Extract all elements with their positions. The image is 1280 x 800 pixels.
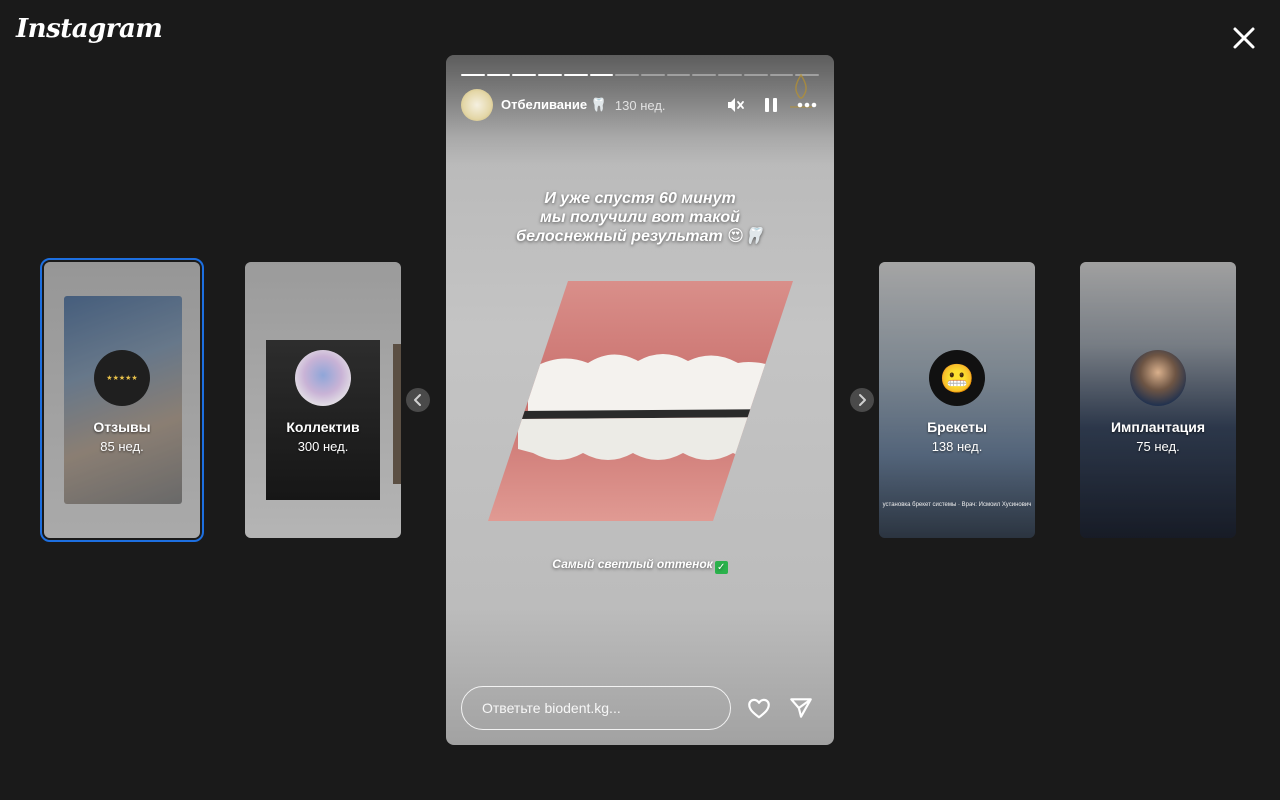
preview-name: Коллектив [286, 419, 360, 435]
progress-segment [743, 74, 768, 76]
progress-segment [486, 74, 511, 76]
next-story-button[interactable] [850, 388, 874, 412]
previous-story-button[interactable] [406, 388, 430, 412]
chevron-right-icon [859, 394, 866, 406]
rating-stars: ★★★★★ [106, 375, 138, 382]
checkmark-icon: ✓ [714, 561, 728, 574]
reply-bar [461, 686, 819, 730]
progress-segment [718, 74, 742, 76]
story-title[interactable]: Отбеливание 🦷 [501, 97, 607, 113]
share-button[interactable] [787, 694, 815, 722]
story-preview-team[interactable]: Коллектив 300 нед. [245, 262, 401, 538]
send-icon [790, 698, 812, 718]
chevron-left-icon [414, 394, 421, 406]
story-preview-implants[interactable]: Имплантация 75 нед. [1080, 262, 1236, 538]
preview-time: 85 нед. [100, 439, 144, 454]
story-controls [723, 93, 819, 117]
story-time: 130 нед. [614, 97, 666, 113]
close-button[interactable] [1226, 20, 1262, 56]
progress-segment [461, 74, 485, 76]
account-avatar[interactable] [461, 89, 493, 121]
preview-caption: установка брекет системы · Врач: Исмоил … [882, 502, 1032, 508]
reply-input[interactable] [461, 686, 731, 730]
preview-time: 75 нед. [1136, 439, 1180, 454]
active-story[interactable]: Отбеливание 🦷 130 нед. И уже спустя 60 м… [446, 55, 834, 745]
progress-segment [641, 74, 665, 76]
story-preview-reviews[interactable]: ★★★★★ Отзывы 85 нед. [40, 258, 204, 542]
progress-segment [512, 74, 537, 76]
more-options-button[interactable] [795, 93, 819, 117]
story-subline: Самый светлый оттенок ✓ [446, 557, 834, 574]
story-headline: И уже спустя 60 минут мы получили вот та… [446, 189, 834, 246]
braces-icon: 😬 [939, 362, 975, 394]
preview-name: Имплантация [1110, 419, 1206, 435]
progress-segment [589, 74, 614, 76]
headline-line: мы получили вот такой [540, 209, 740, 226]
progress-segment [538, 74, 562, 76]
story-viewer: Instagram ★★★★★ Отзывы 85 нед. Коллектив… [0, 0, 1280, 800]
story-preview-braces[interactable]: 😬 Брекеты 138 нед. установка брекет сист… [879, 262, 1035, 538]
teeth-photo [488, 281, 793, 521]
more-icon [797, 102, 817, 108]
pause-button[interactable] [759, 93, 783, 117]
preview-time: 138 нед. [931, 439, 983, 454]
story-header: Отбеливание 🦷 130 нед. [461, 89, 819, 121]
close-icon [1233, 27, 1255, 49]
preview-name: Отзывы [93, 419, 151, 435]
pause-icon [765, 98, 777, 112]
preview-name: Брекеты [927, 419, 987, 435]
progress-segment [615, 74, 640, 76]
story-progress-bar [461, 74, 820, 76]
preview-time: 300 нед. [297, 439, 349, 454]
mute-button[interactable] [723, 93, 747, 117]
heart-icon [748, 698, 770, 719]
progress-segment [563, 74, 588, 76]
progress-segment [666, 74, 691, 76]
instagram-logo[interactable]: Instagram [16, 14, 163, 44]
like-button[interactable] [745, 694, 773, 722]
preview-avatar [295, 350, 351, 406]
preview-avatar: 😬 [929, 350, 985, 406]
subline-text: Самый светлый оттенок [552, 557, 713, 571]
speaker-muted-icon [728, 98, 744, 112]
progress-segment [692, 74, 717, 76]
preview-avatar [1130, 350, 1186, 406]
headline-line: И уже спустя 60 минут [544, 190, 736, 207]
headline-line: белоснежный результат 😍🦷 [516, 228, 764, 245]
preview-avatar: ★★★★★ [94, 350, 150, 406]
